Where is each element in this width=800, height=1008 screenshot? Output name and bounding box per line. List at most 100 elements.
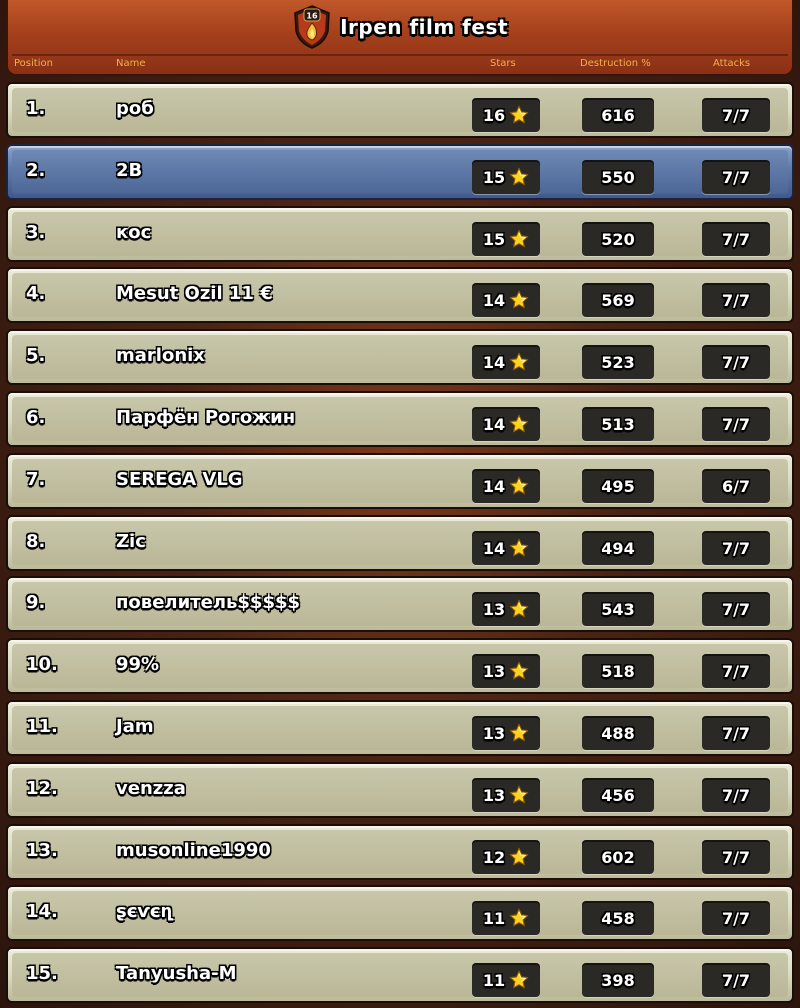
row-position: 3. — [26, 222, 46, 243]
stars-box: 14 — [472, 407, 540, 441]
destruction-box: 569 — [582, 283, 654, 317]
stars-value: 11 — [482, 970, 506, 990]
row-position: 9. — [26, 592, 46, 613]
leaderboard-row[interactable]: 4. Mesut Ozil 11 € 14 569 7/7 — [6, 267, 794, 323]
stars-box: 16 — [472, 98, 540, 132]
leaderboard-row[interactable]: 7. SEREGA VLG 14 495 6/7 — [6, 453, 794, 509]
player-name: ʂєѵєղ — [116, 901, 173, 922]
attacks-value: 7/7 — [721, 847, 751, 867]
attacks-box: 7/7 — [702, 778, 770, 812]
leaderboard-row[interactable]: 3. кос 15 520 7/7 — [6, 206, 794, 262]
attacks-box: 7/7 — [702, 160, 770, 194]
leaderboard-row[interactable]: 8. Zic 14 494 7/7 — [6, 515, 794, 571]
clan-title: Irpen film fest — [340, 15, 508, 39]
star-icon — [509, 661, 529, 681]
stars-box: 12 — [472, 840, 540, 874]
stars-value: 11 — [482, 908, 506, 928]
destruction-box: 523 — [582, 345, 654, 379]
destruction-box: 456 — [582, 778, 654, 812]
star-icon — [509, 785, 529, 805]
stars-value: 13 — [482, 599, 506, 619]
row-position: 2. — [26, 160, 46, 181]
attacks-box: 7/7 — [702, 716, 770, 750]
star-icon — [509, 847, 529, 867]
row-position: 5. — [26, 345, 46, 366]
destruction-box: 520 — [582, 222, 654, 256]
column-header-name: Name — [116, 58, 146, 69]
destruction-box: 488 — [582, 716, 654, 750]
stars-box: 13 — [472, 716, 540, 750]
attacks-box: 7/7 — [702, 98, 770, 132]
destruction-value: 495 — [601, 476, 635, 496]
title-row: 16 Irpen film fest — [8, 0, 792, 54]
attacks-value: 7/7 — [721, 290, 751, 310]
stars-box: 11 — [472, 963, 540, 997]
star-icon — [509, 290, 529, 310]
star-icon — [509, 970, 529, 990]
star-icon — [509, 908, 529, 928]
destruction-value: 543 — [601, 599, 635, 619]
leaderboard-row[interactable]: 2. 2B 15 550 7/7 — [6, 144, 794, 200]
player-name: Парфён Рогожин — [116, 407, 296, 428]
destruction-box: 513 — [582, 407, 654, 441]
row-position: 14. — [26, 901, 58, 922]
player-name: Jam — [116, 716, 154, 737]
destruction-value: 550 — [601, 167, 635, 187]
leaderboard-row[interactable]: 11. Jam 13 488 7/7 — [6, 700, 794, 756]
destruction-box: 494 — [582, 531, 654, 565]
leaderboard-row[interactable]: 1. роб 16 616 7/7 — [6, 82, 794, 138]
leaderboard-row[interactable]: 9. повелитель$$$$$ 13 543 7/7 — [6, 576, 794, 632]
destruction-value: 602 — [601, 847, 635, 867]
destruction-value: 513 — [601, 414, 635, 434]
attacks-box: 7/7 — [702, 654, 770, 688]
star-icon — [509, 476, 529, 496]
player-name: musonline1990 — [116, 840, 271, 861]
leaderboard-row[interactable]: 5. marlonix 14 523 7/7 — [6, 329, 794, 385]
destruction-value: 523 — [601, 352, 635, 372]
stars-box: 14 — [472, 345, 540, 379]
destruction-value: 398 — [601, 970, 635, 990]
attacks-box: 7/7 — [702, 963, 770, 997]
attacks-value: 7/7 — [721, 970, 751, 990]
leaderboard-row[interactable]: 13. musonline1990 12 602 7/7 — [6, 824, 794, 880]
destruction-box: 616 — [582, 98, 654, 132]
attacks-value: 7/7 — [721, 538, 751, 558]
row-position: 1. — [26, 98, 46, 119]
destruction-box: 550 — [582, 160, 654, 194]
row-position: 6. — [26, 407, 46, 428]
stars-box: 14 — [472, 531, 540, 565]
star-icon — [509, 352, 529, 372]
row-position: 12. — [26, 778, 58, 799]
destruction-box: 398 — [582, 963, 654, 997]
stars-value: 13 — [482, 723, 506, 743]
stars-box: 13 — [472, 654, 540, 688]
destruction-box: 495 — [582, 469, 654, 503]
stars-box: 13 — [472, 778, 540, 812]
stars-value: 15 — [482, 167, 506, 187]
player-name: 99% — [116, 654, 160, 675]
leaderboard-row[interactable]: 10. 99% 13 518 7/7 — [6, 638, 794, 694]
leaderboard-row[interactable]: 15. Tanyusha-M 11 398 7/7 — [6, 947, 794, 1003]
badge-level: 16 — [307, 12, 319, 21]
leaderboard-row[interactable]: 6. Парфён Рогожин 14 513 7/7 — [6, 391, 794, 447]
leaderboard-list: 1. роб 16 616 7/7 2. 2B 15 550 7/7 3. кос 15 520 7/7 4.… — [0, 0, 800, 1008]
player-name: marlonix — [116, 345, 205, 366]
stars-value: 13 — [482, 785, 506, 805]
attacks-box: 7/7 — [702, 407, 770, 441]
player-name: SEREGA VLG — [116, 469, 243, 490]
player-name: Zic — [116, 531, 146, 552]
destruction-box: 602 — [582, 840, 654, 874]
player-name: Tanyusha-M — [116, 963, 237, 984]
star-icon — [509, 105, 529, 125]
leaderboard-row[interactable]: 12. venzza 13 456 7/7 — [6, 762, 794, 818]
row-position: 11. — [26, 716, 58, 737]
star-icon — [509, 599, 529, 619]
header-divider — [12, 54, 788, 56]
player-name: Mesut Ozil 11 € — [116, 283, 273, 304]
attacks-value: 7/7 — [721, 229, 751, 249]
destruction-box: 458 — [582, 901, 654, 935]
attacks-box: 7/7 — [702, 531, 770, 565]
leaderboard-header: 16 Irpen film fest Position Name Stars D… — [6, 0, 794, 76]
attacks-box: 7/7 — [702, 222, 770, 256]
leaderboard-row[interactable]: 14. ʂєѵєղ 11 458 7/7 — [6, 885, 794, 941]
